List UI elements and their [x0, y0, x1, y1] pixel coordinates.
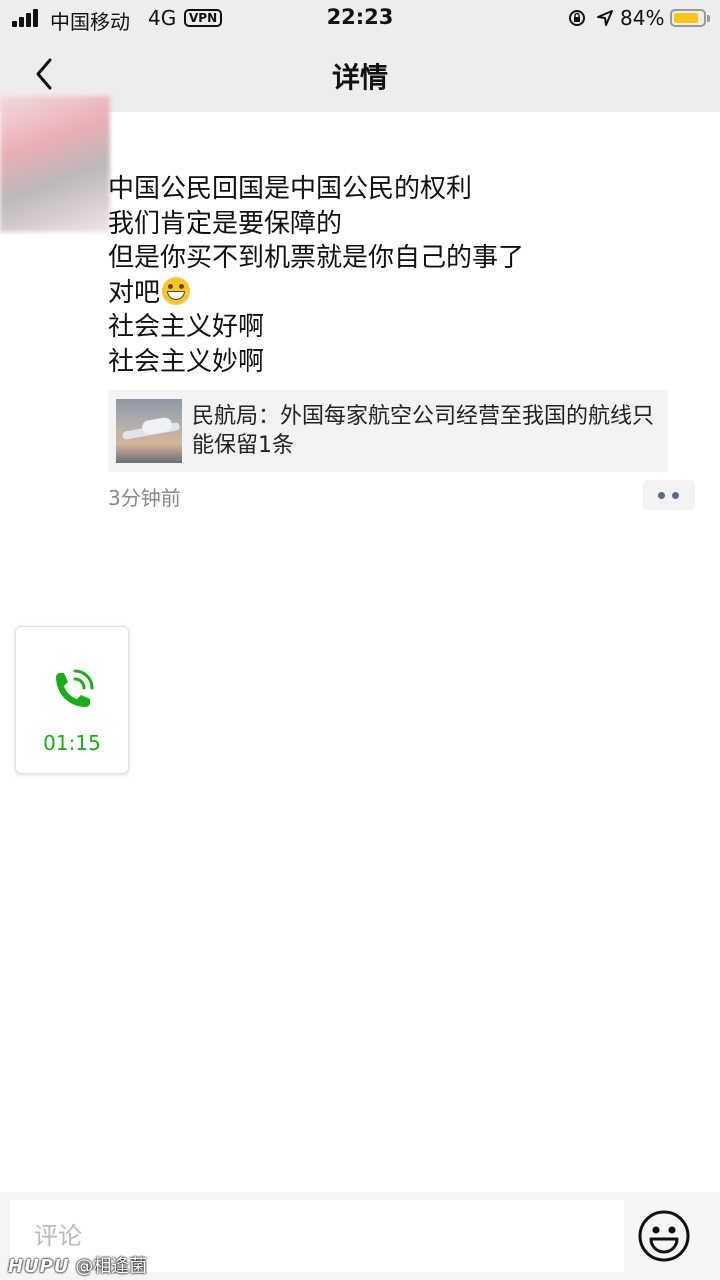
more-options-button[interactable] — [643, 480, 695, 510]
phone-call-icon — [56, 669, 94, 707]
battery-icon — [670, 9, 710, 27]
post-line-with-emoji: 对吧 — [108, 276, 688, 311]
post-line: 我们肯定是要保障的 — [108, 208, 343, 239]
watermark-brand: HUPU — [8, 1256, 70, 1277]
avatar[interactable] — [0, 96, 110, 232]
location-icon — [597, 10, 613, 26]
post-line: 对吧 — [108, 277, 161, 308]
battery-percent: 84% — [620, 6, 665, 30]
emoji-button[interactable] — [636, 1208, 692, 1264]
post-line: 社会主义好啊 — [108, 312, 265, 342]
post-text: 中国公民回国是中国公民的权利 我们肯定是要保障的 但是你买不到机票就是你自己的事… — [108, 172, 688, 379]
post-line: 社会主义妙啊 — [108, 346, 265, 377]
call-duration: 01:15 — [43, 731, 101, 755]
link-title: 民航局：外国每家航空公司经营至我国的航线只能保留1条 — [192, 404, 655, 458]
shared-link-card[interactable]: 民航局：外国每家航空公司经营至我国的航线只能保留1条 — [108, 390, 668, 472]
watermark: HUPU @相逢菌 — [8, 1252, 147, 1278]
post-time: 3分钟前 — [108, 486, 181, 510]
watermark-handle: @相逢菌 — [75, 1256, 148, 1277]
post-line: 但是你买不到机票就是你自己的事了 — [108, 243, 525, 273]
link-thumbnail — [116, 399, 182, 463]
grin-emoji-icon — [162, 276, 191, 305]
post-line: 中国公民回国是中国公民的权利 — [108, 174, 473, 204]
status-bar: 中国移动 4G VPN 22:23 84% — [0, 0, 720, 36]
page-title: 详情 — [331, 61, 388, 94]
floating-call-widget[interactable]: 01:15 — [15, 626, 129, 774]
rotation-lock-icon — [569, 10, 585, 26]
author-name[interactable] — [110, 134, 200, 164]
